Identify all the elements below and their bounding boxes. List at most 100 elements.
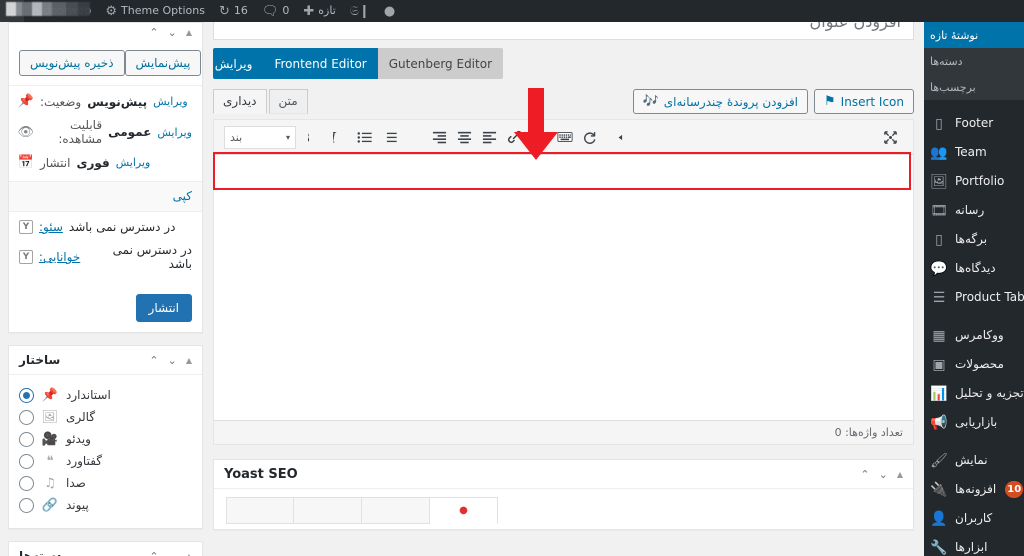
chevron-up-icon-3[interactable]: ⌃ [149,550,158,556]
pin-icon-format: 📌 [41,387,58,403]
insert-icon-button[interactable]: ⚑ Insert Icon [814,89,914,114]
add-media-button[interactable]: 🎶 افزودن پروندهٔ چندرسانه‌ای [632,89,809,114]
edit-status-link[interactable]: ویرایش [153,95,188,108]
align-center-button[interactable] [454,127,475,148]
preview-button[interactable]: پیش‌نمایش [124,50,202,76]
align-right-button[interactable] [429,127,450,148]
italic-button[interactable]: I [329,127,350,148]
format-option-audio[interactable]: ♫ صدا [19,472,192,494]
sidebar-item-product-tables[interactable]: Product Tables ☰ [924,283,1024,312]
order-higher-icon-2[interactable]: ▲ [186,356,192,365]
yoast-box-body [214,489,913,529]
yoast-tab-seo[interactable] [430,497,498,524]
sidebar-item-team[interactable]: Team 👥 [924,138,1024,167]
format-radio-gallery[interactable] [19,409,34,425]
chevron-up-icon-4[interactable]: ⌃ [860,468,869,481]
advanced-editor-button[interactable]: ویرایش گر پیشرفته [213,48,264,79]
readability-score-label[interactable]: خوانایی: [39,250,80,264]
editor-status-bar: تعداد واژه‌ها: 0 [214,420,913,444]
blockquote-button[interactable]: ““ [404,127,425,148]
chevron-up-icon-2[interactable]: ⌃ [149,354,158,367]
post-title-field[interactable]: افزودن عنوان [213,22,914,40]
spellcheck-button[interactable] [579,127,600,148]
sidebar-submenu-new-post[interactable]: نوشتهٔ تازه [924,22,1024,48]
publish-button[interactable]: انتشار [135,294,192,322]
publish-box-handles[interactable]: ▲ ⌄ ⌃ [149,26,192,39]
save-draft-button[interactable]: ذخیره پیش‌نویس [19,50,125,76]
minor-publishing-actions: ذخیره پیش‌نویس پیش‌نمایش [9,41,202,86]
format-radio-quote[interactable] [19,453,34,469]
sidebar-item-users[interactable]: کاربران 👤 [924,504,1024,533]
yoast-tab-advanced[interactable] [226,497,294,524]
chevron-up-icon[interactable]: ⌃ [149,26,158,39]
tab-visual-editor[interactable]: دیداری [213,89,267,114]
order-higher-icon-3[interactable]: ▲ [186,552,192,556]
order-higher-icon-4[interactable]: ▲ [897,470,903,479]
format-radio-audio[interactable] [19,475,34,491]
order-higher-icon[interactable]: ▲ [186,28,192,37]
chevron-down-icon-4[interactable]: ⌄ [879,468,888,481]
yoast-tab-readability[interactable] [362,497,430,524]
sidebar-item-tools[interactable]: ابزارها 🔧 [924,533,1024,556]
yoast-box-header: ▲ ⌄ ⌃ Yoast SEO [214,460,913,489]
adminbar-theme-options[interactable]: ⚙ Theme Options [98,0,212,22]
edit-schedule-link[interactable]: ویرایش [116,156,151,169]
chevron-down-icon-2[interactable]: ⌄ [168,354,177,367]
menu-separator-3 [924,437,1024,446]
read-more-button[interactable] [529,127,550,148]
format-box-handles[interactable]: ▲ ⌄ ⌃ [149,354,192,367]
bold-button[interactable]: B [304,127,325,148]
sidebar-item-pages[interactable]: برگه‌ها ▯ [924,225,1024,254]
categories-box-handles[interactable]: ▲ ⌄ ⌃ [149,550,192,556]
adminbar-yoast-seo[interactable]: ❙𝔖 [343,0,377,22]
copy-post-link[interactable]: کپی [173,189,192,203]
list-icon: ☰ [932,289,946,306]
svg-text:B: B [308,130,310,145]
keyboard-shortcuts-button[interactable] [554,127,575,148]
numbered-list-button[interactable]: 1 2 3 [379,127,400,148]
chevron-down-icon[interactable]: ⌄ [168,26,177,39]
adminbar-comments[interactable]: 🗨 0 [255,0,297,22]
sidebar-item-media[interactable]: رسانه 🎞 [924,196,1024,225]
media-buttons-row: 🎶 افزودن پروندهٔ چندرسانه‌ای ⚑ Insert Ic… [632,89,914,119]
edit-visibility-link[interactable]: ویرایش [157,126,192,139]
seo-score-label[interactable]: سئو: [39,220,63,234]
format-option-link[interactable]: 🔗 پیوند [19,494,192,516]
sidebar-item-products[interactable]: محصولات ▣ [924,350,1024,379]
frontend-editor-button[interactable]: Frontend Editor [263,48,378,79]
user-icon: 👤 [930,510,948,527]
sidebar-item-portfolio[interactable]: Portfolio 🖼 [924,167,1024,196]
adminbar-updates[interactable]: ↻ 16 [212,0,255,22]
insert-link-button[interactable] [504,127,525,148]
distraction-free-button[interactable] [880,127,901,148]
sidebar-item-appearance[interactable]: نمایش 🖌 [924,446,1024,475]
sidebar-submenu-categories[interactable]: دسته‌ها [924,48,1024,74]
format-radio-link[interactable] [19,497,34,513]
format-option-standard[interactable]: 📌 استاندارد [19,384,192,406]
paragraph-format-select[interactable]: ▾ بند [224,125,296,149]
tab-text-editor[interactable]: متن [268,89,308,114]
flag-icon: ⚑ [824,94,836,109]
adminbar-misc-indicator[interactable]: ● [377,0,402,22]
format-radio-video[interactable] [19,431,34,447]
sidebar-item-analytics[interactable]: تجزیه و تحلیل 📊 [924,379,1024,408]
format-option-quote[interactable]: ❝ گفتاورد [19,450,192,472]
align-left-button[interactable] [479,127,500,148]
sidebar-item-comments[interactable]: دیدگاه‌ها 💬 [924,254,1024,283]
adminbar-new-content[interactable]: ✚ تازه [296,0,342,22]
chevron-down-icon-3[interactable]: ⌄ [168,550,177,556]
sidebar-item-plugins[interactable]: 10 افزونه‌ها 🔌 [924,475,1024,504]
format-option-video[interactable]: 🎥 ویدئو [19,428,192,450]
yoast-tab-social[interactable] [294,497,362,524]
format-radio-standard[interactable] [19,387,34,403]
yoast-box-handles[interactable]: ▲ ⌄ ⌃ [860,468,903,481]
sidebar-item-woocommerce[interactable]: ووکامرس ▦ [924,321,1024,350]
sidebar-submenu-tags[interactable]: برچسب‌ها [924,74,1024,100]
editor-content-area[interactable] [214,155,913,420]
bulleted-list-button[interactable] [354,127,375,148]
format-option-gallery[interactable]: 🖼 گالری [19,406,192,428]
sidebar-item-footer[interactable]: Footer ▯ [924,109,1024,138]
gutenberg-editor-button[interactable]: Gutenberg Editor [377,48,503,79]
text-direction-button[interactable]: ¶ [604,127,625,148]
sidebar-item-marketing[interactable]: بازاریابی 📢 [924,408,1024,437]
